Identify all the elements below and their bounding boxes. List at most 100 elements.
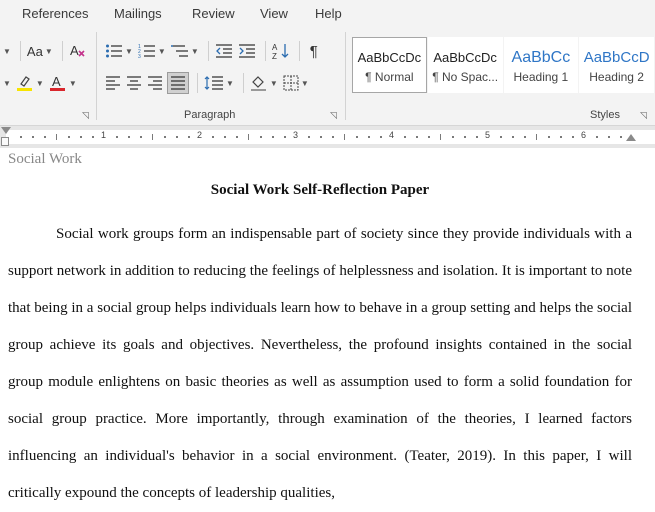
highlight-color-button[interactable]: ▼ [15,72,45,94]
ruler-tick [464,136,466,138]
ruler-tick [572,136,574,138]
ruler-tick [224,136,226,138]
left-indent-marker[interactable] [1,137,9,146]
document-page[interactable]: Social Work Social Work Self-Reflection … [0,148,655,508]
style-sample: AaBbCc [511,49,571,66]
clear-formatting-button[interactable]: A [68,40,88,62]
chevron-down-icon: ▼ [157,46,166,56]
numbering-icon: 123 [138,44,155,59]
tab-references[interactable]: References [22,6,88,21]
align-center-button[interactable] [125,72,143,94]
ruler-number: 6 [581,130,587,140]
ruler-tick [620,136,622,138]
multilevel-list-button[interactable]: ▼ [170,40,200,62]
ruler-tick [80,136,82,138]
decrease-indent-button[interactable] [214,40,234,62]
font-size-caret-button[interactable]: ▼ [0,40,12,62]
ruler-tick [308,136,310,138]
shading-button[interactable]: ▼ [249,72,279,94]
divider [242,73,244,93]
ruler-number: 1 [101,130,107,140]
align-center-icon [127,76,141,90]
first-line-indent-marker[interactable] [1,127,11,134]
decrease-indent-icon [215,44,232,58]
ruler-tick [356,136,358,138]
ruler-tick [380,136,382,138]
paragraph-group-row-1: ▼ 123 ▼ ▼ AZ ¶ [104,39,326,63]
ruler-number: 5 [485,130,491,140]
group-divider [96,32,97,120]
ruler-tick [212,136,214,138]
ruler-tick [500,136,502,138]
divider [19,41,21,61]
chevron-down-icon: ▼ [3,46,11,56]
justify-button[interactable] [167,72,189,94]
bullets-button[interactable]: ▼ [104,40,134,62]
chevron-down-icon: ▼ [68,78,77,88]
right-indent-marker[interactable] [626,134,636,141]
ruler-tick [44,136,46,138]
ruler-tick [164,136,166,138]
ruler-half-tick [440,134,441,140]
style-normal[interactable]: AaBbCcDc ¶ Normal [352,37,427,93]
paragraph-group-label: Paragraph [184,109,236,121]
ruler-tick [608,136,610,138]
tab-help[interactable]: Help [315,6,342,21]
ruler-number: 3 [293,130,299,140]
chevron-down-icon: ▼ [44,46,53,56]
divider [61,41,63,61]
ruler-tick [404,136,406,138]
style-sample: AaBbCcDc [433,50,497,65]
clear-formatting-icon: A [70,43,85,58]
style-name: ¶ Normal [365,70,414,84]
font-group-row-2: ▼ ▼ A ▼ [0,71,81,95]
align-left-button[interactable] [104,72,122,94]
change-case-button[interactable]: Aa ▼ [26,40,54,62]
ruler-tick [128,136,130,138]
ruler-half-tick [344,134,345,140]
style-no-spacing[interactable]: AaBbCcDc ¶ No Spac... [427,37,503,93]
tab-view[interactable]: View [260,6,288,21]
numbering-button[interactable]: 123 ▼ [137,40,167,62]
ruler-tick [428,136,430,138]
ruler-half-tick [536,134,537,140]
styles-dialog-launcher-icon[interactable]: ◹ [640,110,647,121]
show-hide-marks-button[interactable]: ¶ [305,40,323,62]
style-name: Heading 2 [589,70,644,84]
text-effects-caret-button[interactable]: ▼ [0,72,12,94]
paragraph-dialog-launcher-icon[interactable]: ◹ [330,110,337,121]
ruler-tick [92,136,94,138]
line-spacing-button[interactable]: ▼ [203,72,235,94]
horizontal-ruler[interactable]: 1 2 3 4 5 6 [0,126,655,149]
style-heading-1[interactable]: AaBbCc Heading 1 [503,37,579,93]
paint-bucket-icon [250,76,266,91]
ruler-tick [512,136,514,138]
body-paragraph: Social work groups form an indispensable… [8,226,632,501]
align-right-button[interactable] [146,72,164,94]
font-color-button[interactable]: A ▼ [48,72,78,94]
ruler-number: 2 [197,130,203,140]
font-dialog-launcher-icon[interactable]: ◹ [82,110,89,121]
borders-button[interactable]: ▼ [282,72,310,94]
sort-az-icon: AZ [272,43,289,60]
style-name: Heading 1 [513,70,569,84]
ruler-tick [272,136,274,138]
increase-indent-button[interactable] [237,40,257,62]
document-title: Social Work Self-Reflection Paper [210,182,430,198]
multilevel-list-icon [170,45,188,57]
align-justify-icon [171,76,185,90]
style-heading-2[interactable]: AaBbCcD Heading 2 [579,37,654,93]
chevron-down-icon: ▼ [300,78,309,88]
sort-button[interactable]: AZ [271,40,291,62]
ruler-tick [320,136,322,138]
font-color-icon: A [49,74,65,91]
svg-text:Z: Z [272,52,277,60]
ruler-half-tick [152,134,153,140]
svg-text:A: A [70,43,79,58]
chevron-down-icon: ▼ [226,78,234,88]
ruler-tick [476,136,478,138]
tab-review[interactable]: Review [192,6,235,21]
ruler-tick [188,136,190,138]
tab-mailings[interactable]: Mailings [114,6,162,21]
style-name: ¶ No Spac... [432,70,499,84]
